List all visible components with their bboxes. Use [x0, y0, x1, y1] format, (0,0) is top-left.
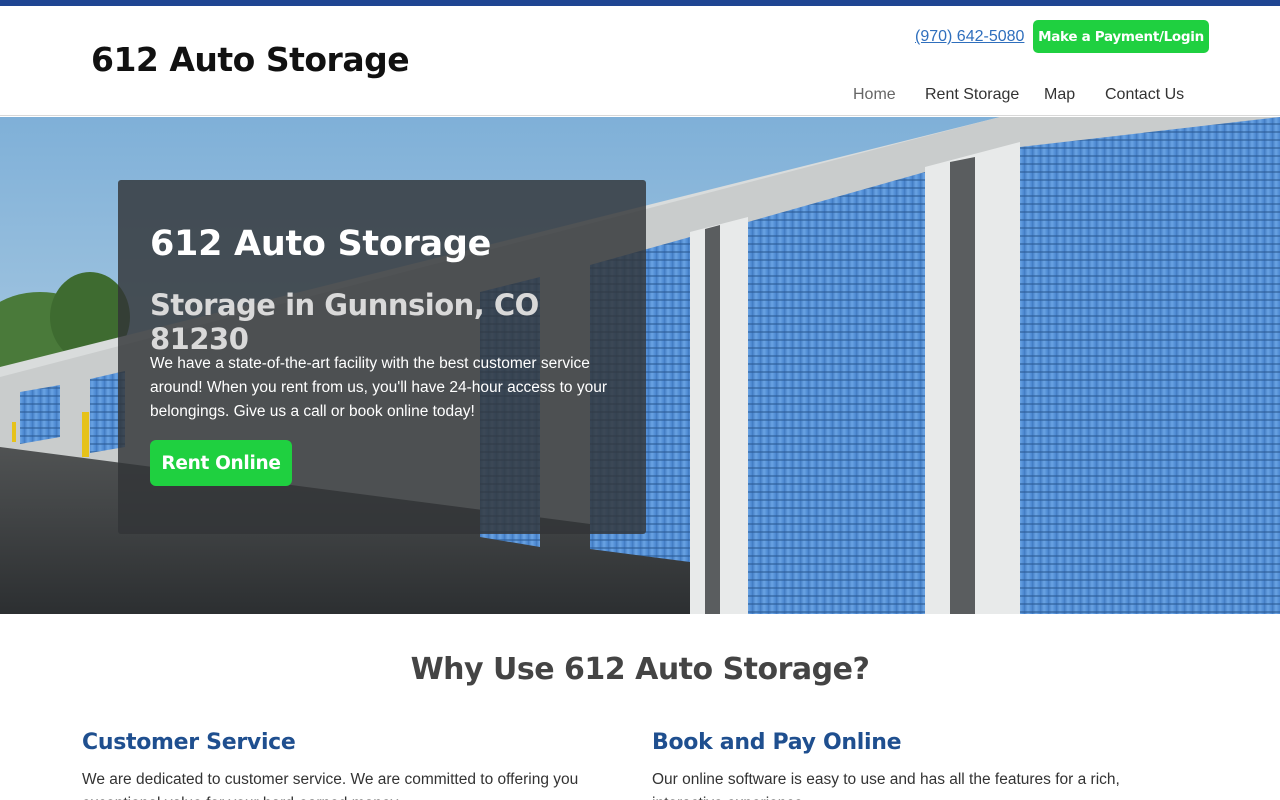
hero-banner: 612 Auto Storage Storage in Gunnsion, CO…: [0, 117, 1280, 614]
site-header: 612 Auto Storage (970) 642-5080 Make a P…: [0, 6, 1280, 116]
nav-item-home[interactable]: Home: [853, 86, 896, 104]
why-section-title: Why Use 612 Auto Storage?: [410, 652, 870, 687]
feature-text-book-pay-online: Our online software is easy to use and h…: [652, 771, 1120, 800]
phone-link[interactable]: (970) 642-5080: [915, 28, 1024, 46]
feature-title-book-pay-online: Book and Pay Online: [652, 730, 902, 755]
main-nav: Home Rent Storage Map Contact Us: [0, 86, 1280, 108]
rent-online-button[interactable]: Rent Online: [150, 440, 292, 486]
nav-item-contact-us[interactable]: Contact Us: [1105, 86, 1184, 104]
hero-description: We have a state-of-the-art facility with…: [150, 355, 608, 420]
site-logo-text[interactable]: 612 Auto Storage: [91, 40, 410, 79]
hero-title: 612 Auto Storage: [150, 224, 492, 264]
make-payment-login-button[interactable]: Make a Payment/Login: [1033, 20, 1209, 53]
hero-info-panel: 612 Auto Storage Storage in Gunnsion, CO…: [118, 180, 646, 534]
nav-item-rent-storage[interactable]: Rent Storage: [925, 86, 1019, 104]
feature-text-customer-service: We are dedicated to customer service. We…: [82, 771, 579, 800]
feature-title-customer-service: Customer Service: [82, 730, 296, 755]
hero-subtitle: Storage in Gunnsion, CO 81230: [150, 288, 539, 356]
nav-item-map[interactable]: Map: [1044, 86, 1075, 104]
